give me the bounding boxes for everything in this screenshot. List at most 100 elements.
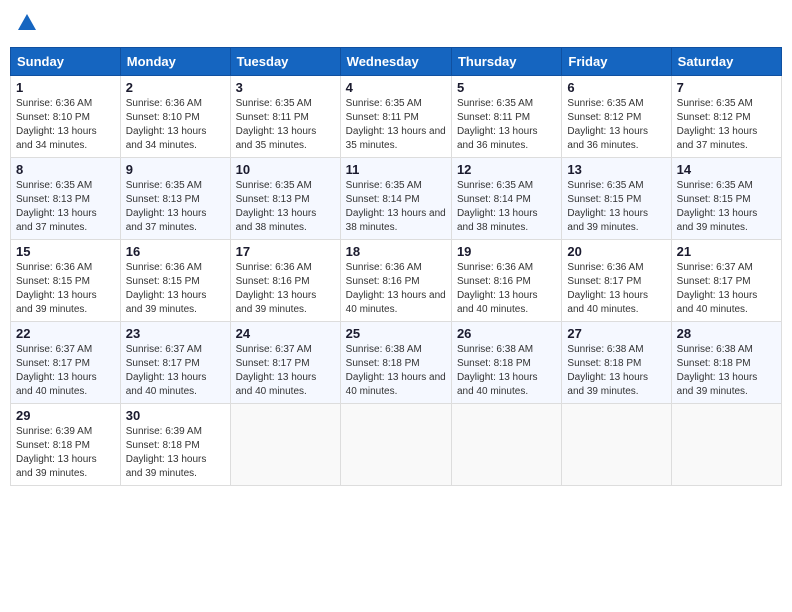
day-info: Sunrise: 6:35 AM Sunset: 8:11 PM Dayligh… (457, 97, 556, 153)
day-cell-16: 16 Sunrise: 6:36 AM Sunset: 8:15 PM Dayl… (120, 240, 230, 322)
day-cell-25: 25 Sunrise: 6:38 AM Sunset: 8:18 PM Dayl… (340, 322, 451, 404)
col-tuesday: Tuesday (230, 48, 340, 76)
day-info: Sunrise: 6:35 AM Sunset: 8:12 PM Dayligh… (677, 97, 776, 153)
col-thursday: Thursday (451, 48, 561, 76)
day-info: Sunrise: 6:36 AM Sunset: 8:16 PM Dayligh… (346, 261, 446, 317)
day-cell-5: 5 Sunrise: 6:35 AM Sunset: 8:11 PM Dayli… (451, 76, 561, 158)
day-number: 4 (346, 80, 446, 95)
day-info: Sunrise: 6:35 AM Sunset: 8:13 PM Dayligh… (236, 179, 335, 235)
day-number: 27 (567, 326, 665, 341)
day-number: 30 (126, 408, 225, 423)
day-cell-3: 3 Sunrise: 6:35 AM Sunset: 8:11 PM Dayli… (230, 76, 340, 158)
empty-cell (230, 404, 340, 486)
day-number: 28 (677, 326, 776, 341)
day-cell-10: 10 Sunrise: 6:35 AM Sunset: 8:13 PM Dayl… (230, 158, 340, 240)
day-cell-15: 15 Sunrise: 6:36 AM Sunset: 8:15 PM Dayl… (11, 240, 121, 322)
day-info: Sunrise: 6:39 AM Sunset: 8:18 PM Dayligh… (126, 425, 225, 481)
day-cell-11: 11 Sunrise: 6:35 AM Sunset: 8:14 PM Dayl… (340, 158, 451, 240)
day-info: Sunrise: 6:36 AM Sunset: 8:16 PM Dayligh… (457, 261, 556, 317)
day-cell-1: 1 Sunrise: 6:36 AM Sunset: 8:10 PM Dayli… (11, 76, 121, 158)
day-cell-19: 19 Sunrise: 6:36 AM Sunset: 8:16 PM Dayl… (451, 240, 561, 322)
day-number: 13 (567, 162, 665, 177)
day-number: 20 (567, 244, 665, 259)
day-cell-6: 6 Sunrise: 6:35 AM Sunset: 8:12 PM Dayli… (562, 76, 671, 158)
day-cell-8: 8 Sunrise: 6:35 AM Sunset: 8:13 PM Dayli… (11, 158, 121, 240)
empty-cell (340, 404, 451, 486)
day-info: Sunrise: 6:35 AM Sunset: 8:12 PM Dayligh… (567, 97, 665, 153)
calendar-table: Sunday Monday Tuesday Wednesday Thursday… (10, 47, 782, 486)
day-number: 19 (457, 244, 556, 259)
day-number: 15 (16, 244, 115, 259)
day-number: 24 (236, 326, 335, 341)
day-info: Sunrise: 6:37 AM Sunset: 8:17 PM Dayligh… (236, 343, 335, 399)
col-sunday: Sunday (11, 48, 121, 76)
day-number: 16 (126, 244, 225, 259)
day-info: Sunrise: 6:37 AM Sunset: 8:17 PM Dayligh… (677, 261, 776, 317)
day-cell-7: 7 Sunrise: 6:35 AM Sunset: 8:12 PM Dayli… (671, 76, 781, 158)
logo (16, 14, 36, 35)
day-info: Sunrise: 6:36 AM Sunset: 8:17 PM Dayligh… (567, 261, 665, 317)
day-info: Sunrise: 6:36 AM Sunset: 8:16 PM Dayligh… (236, 261, 335, 317)
day-cell-29: 29 Sunrise: 6:39 AM Sunset: 8:18 PM Dayl… (11, 404, 121, 486)
day-info: Sunrise: 6:36 AM Sunset: 8:15 PM Dayligh… (16, 261, 115, 317)
day-number: 2 (126, 80, 225, 95)
day-info: Sunrise: 6:38 AM Sunset: 8:18 PM Dayligh… (567, 343, 665, 399)
day-number: 9 (126, 162, 225, 177)
day-info: Sunrise: 6:35 AM Sunset: 8:14 PM Dayligh… (346, 179, 446, 235)
day-number: 3 (236, 80, 335, 95)
day-cell-21: 21 Sunrise: 6:37 AM Sunset: 8:17 PM Dayl… (671, 240, 781, 322)
week-row-2: 8 Sunrise: 6:35 AM Sunset: 8:13 PM Dayli… (11, 158, 782, 240)
day-cell-17: 17 Sunrise: 6:36 AM Sunset: 8:16 PM Dayl… (230, 240, 340, 322)
day-number: 7 (677, 80, 776, 95)
day-number: 12 (457, 162, 556, 177)
day-number: 11 (346, 162, 446, 177)
day-number: 6 (567, 80, 665, 95)
day-cell-18: 18 Sunrise: 6:36 AM Sunset: 8:16 PM Dayl… (340, 240, 451, 322)
day-number: 10 (236, 162, 335, 177)
day-info: Sunrise: 6:35 AM Sunset: 8:13 PM Dayligh… (126, 179, 225, 235)
day-cell-23: 23 Sunrise: 6:37 AM Sunset: 8:17 PM Dayl… (120, 322, 230, 404)
day-info: Sunrise: 6:35 AM Sunset: 8:13 PM Dayligh… (16, 179, 115, 235)
day-cell-13: 13 Sunrise: 6:35 AM Sunset: 8:15 PM Dayl… (562, 158, 671, 240)
day-info: Sunrise: 6:38 AM Sunset: 8:18 PM Dayligh… (457, 343, 556, 399)
header (10, 10, 782, 39)
day-cell-2: 2 Sunrise: 6:36 AM Sunset: 8:10 PM Dayli… (120, 76, 230, 158)
day-cell-9: 9 Sunrise: 6:35 AM Sunset: 8:13 PM Dayli… (120, 158, 230, 240)
day-info: Sunrise: 6:36 AM Sunset: 8:10 PM Dayligh… (126, 97, 225, 153)
day-info: Sunrise: 6:38 AM Sunset: 8:18 PM Dayligh… (677, 343, 776, 399)
week-row-1: 1 Sunrise: 6:36 AM Sunset: 8:10 PM Dayli… (11, 76, 782, 158)
day-number: 21 (677, 244, 776, 259)
day-info: Sunrise: 6:38 AM Sunset: 8:18 PM Dayligh… (346, 343, 446, 399)
day-info: Sunrise: 6:35 AM Sunset: 8:15 PM Dayligh… (677, 179, 776, 235)
day-info: Sunrise: 6:35 AM Sunset: 8:11 PM Dayligh… (236, 97, 335, 153)
day-cell-14: 14 Sunrise: 6:35 AM Sunset: 8:15 PM Dayl… (671, 158, 781, 240)
empty-cell (562, 404, 671, 486)
day-info: Sunrise: 6:37 AM Sunset: 8:17 PM Dayligh… (16, 343, 115, 399)
day-number: 14 (677, 162, 776, 177)
week-row-3: 15 Sunrise: 6:36 AM Sunset: 8:15 PM Dayl… (11, 240, 782, 322)
empty-cell (671, 404, 781, 486)
day-cell-4: 4 Sunrise: 6:35 AM Sunset: 8:11 PM Dayli… (340, 76, 451, 158)
day-info: Sunrise: 6:35 AM Sunset: 8:15 PM Dayligh… (567, 179, 665, 235)
day-cell-30: 30 Sunrise: 6:39 AM Sunset: 8:18 PM Dayl… (120, 404, 230, 486)
day-number: 25 (346, 326, 446, 341)
day-number: 18 (346, 244, 446, 259)
day-number: 8 (16, 162, 115, 177)
day-number: 26 (457, 326, 556, 341)
col-saturday: Saturday (671, 48, 781, 76)
logo-triangle-icon (18, 14, 36, 35)
day-info: Sunrise: 6:36 AM Sunset: 8:10 PM Dayligh… (16, 97, 115, 153)
day-cell-26: 26 Sunrise: 6:38 AM Sunset: 8:18 PM Dayl… (451, 322, 561, 404)
day-info: Sunrise: 6:35 AM Sunset: 8:11 PM Dayligh… (346, 97, 446, 153)
day-info: Sunrise: 6:36 AM Sunset: 8:15 PM Dayligh… (126, 261, 225, 317)
week-row-4: 22 Sunrise: 6:37 AM Sunset: 8:17 PM Dayl… (11, 322, 782, 404)
day-cell-22: 22 Sunrise: 6:37 AM Sunset: 8:17 PM Dayl… (11, 322, 121, 404)
day-cell-20: 20 Sunrise: 6:36 AM Sunset: 8:17 PM Dayl… (562, 240, 671, 322)
col-friday: Friday (562, 48, 671, 76)
day-cell-27: 27 Sunrise: 6:38 AM Sunset: 8:18 PM Dayl… (562, 322, 671, 404)
week-row-5: 29 Sunrise: 6:39 AM Sunset: 8:18 PM Dayl… (11, 404, 782, 486)
day-number: 1 (16, 80, 115, 95)
day-number: 5 (457, 80, 556, 95)
day-info: Sunrise: 6:35 AM Sunset: 8:14 PM Dayligh… (457, 179, 556, 235)
calendar-header-row: Sunday Monday Tuesday Wednesday Thursday… (11, 48, 782, 76)
